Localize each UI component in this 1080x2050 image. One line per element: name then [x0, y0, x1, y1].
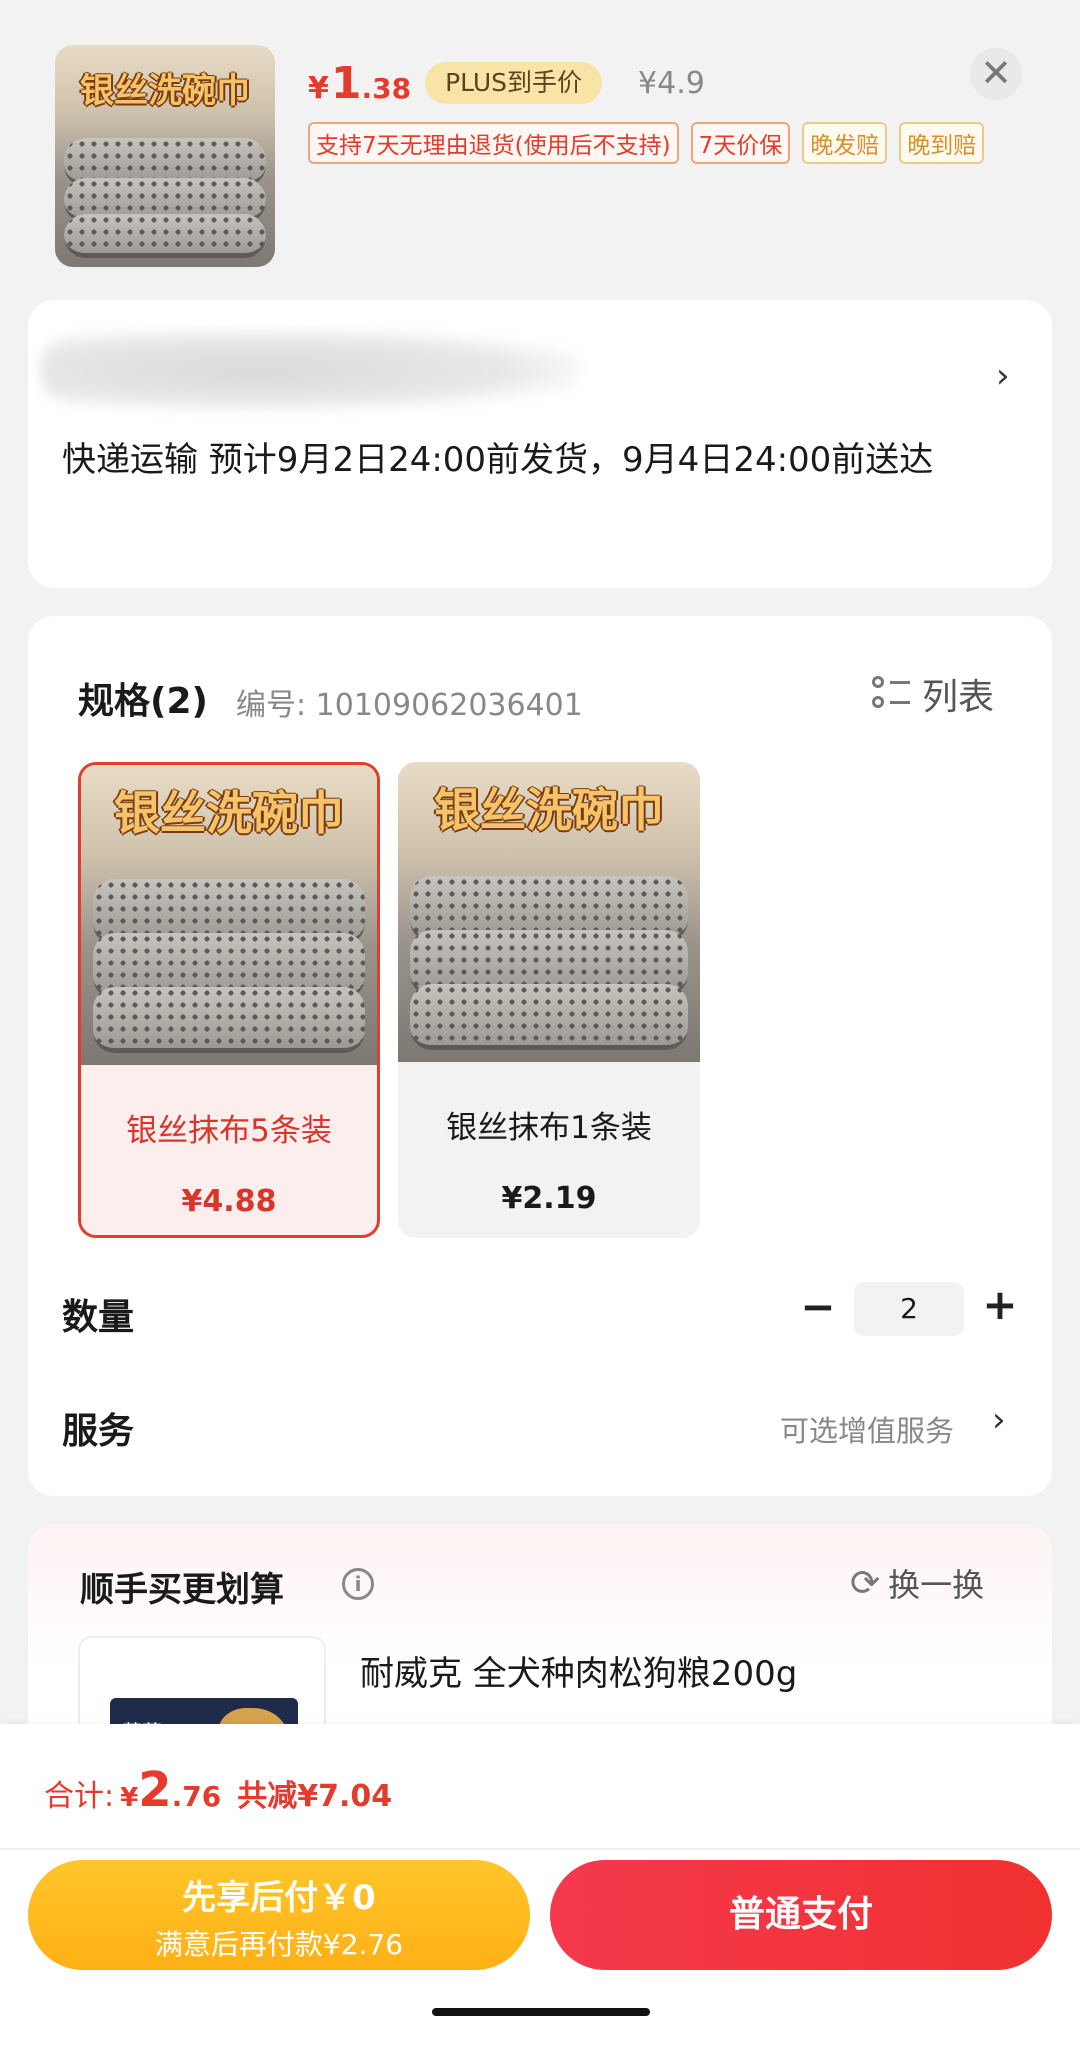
total-integer: 2: [138, 1762, 172, 1818]
chevron-right-icon[interactable]: ›: [996, 356, 1010, 396]
tag-price-protect: 7天价保: [690, 122, 791, 164]
total-currency: ¥: [120, 1783, 139, 1813]
shipping-estimate: 快递运输 预计9月2日24:00前发货，9月4日24:00前送达: [62, 440, 934, 480]
spec-option-price: ¥2.19: [501, 1181, 597, 1216]
normal-pay-button[interactable]: 普通支付: [550, 1860, 1052, 1970]
spec-option-image: 银丝洗碗巾: [398, 762, 700, 1062]
refresh-button[interactable]: ⟳ 换一换: [850, 1560, 984, 1606]
close-icon: ✕: [980, 51, 1012, 95]
spec-option-price: ¥4.88: [181, 1184, 277, 1219]
info-icon[interactable]: i: [342, 1568, 374, 1600]
service-label: 服务: [62, 1411, 135, 1452]
quantity-label: 数量: [62, 1297, 135, 1338]
total-label: 合计:: [44, 1779, 115, 1814]
pay-later-button[interactable]: 先享后付￥0 满意后再付款¥2.76: [28, 1860, 530, 1970]
plus-price: ¥ 1 .38: [308, 58, 411, 109]
close-button[interactable]: ✕: [970, 48, 1022, 100]
home-indicator[interactable]: [432, 2008, 650, 2016]
spec-code: 编号: 10109062036401: [236, 688, 583, 723]
divider: [0, 1848, 1080, 1850]
pay-later-title: 先享后付￥0: [182, 1878, 376, 1918]
product-thumbnail: 银丝洗碗巾: [55, 45, 275, 267]
price-integer: 1: [330, 57, 362, 109]
list-view-button[interactable]: 列表: [872, 668, 994, 720]
price-decimal: .38: [361, 71, 412, 105]
spec-option-name: 银丝抹布1条装: [446, 1110, 652, 1146]
original-price: ¥4.9: [638, 65, 705, 101]
price-row: ¥ 1 .38 PLUS到手价 ¥4.9: [308, 58, 705, 109]
plus-icon[interactable]: +: [980, 1280, 1020, 1329]
spec-option[interactable]: 银丝洗碗巾 银丝抹布5条装 ¥4.88: [78, 762, 380, 1238]
spec-title: 规格(2): [78, 681, 208, 722]
chevron-right-icon[interactable]: ›: [992, 1400, 1006, 1440]
quantity-input[interactable]: 2: [854, 1282, 964, 1336]
tag-late-arrive: 晚到赔: [899, 122, 985, 164]
refresh-label: 换一换: [888, 1566, 985, 1604]
spec-option-image: 银丝洗碗巾: [81, 765, 377, 1065]
recommend-item-name[interactable]: 耐威克 全犬种肉松狗粮200g: [360, 1646, 797, 1695]
spec-option[interactable]: 银丝洗碗巾 银丝抹布1条装 ¥2.19: [398, 762, 700, 1238]
plus-price-badge: PLUS到手价: [425, 62, 603, 104]
option-banner: 银丝洗碗巾: [114, 786, 344, 840]
list-label: 列表: [922, 677, 995, 718]
recommend-title: 顺手买更划算: [80, 1570, 284, 1610]
refresh-icon: ⟳: [850, 1562, 881, 1604]
total-saving: 共减¥7.04: [237, 1779, 393, 1814]
total-decimal: .76: [171, 1780, 222, 1813]
tag-late-ship: 晚发赔: [802, 122, 888, 164]
tag-return-policy: 支持7天无理由退货(使用后不支持): [308, 122, 679, 164]
minus-icon[interactable]: −: [798, 1282, 838, 1331]
spec-option-name: 银丝抹布5条装: [126, 1113, 332, 1149]
thumbnail-banner: 银丝洗碗巾: [80, 70, 250, 111]
list-icon: [872, 676, 912, 712]
pay-later-subtitle: 满意后再付款¥2.76: [154, 1928, 404, 1961]
blurred-address: [40, 330, 580, 410]
price-currency: ¥: [308, 70, 329, 106]
service-tags: 支持7天无理由退货(使用后不支持) 7天价保 晚发赔 晚到赔: [308, 122, 985, 164]
order-total: 合计: ¥ 2 .76 共减¥7.04: [44, 1762, 392, 1818]
option-banner: 银丝洗碗巾: [434, 783, 664, 837]
service-hint[interactable]: 可选增值服务: [780, 1408, 954, 1450]
